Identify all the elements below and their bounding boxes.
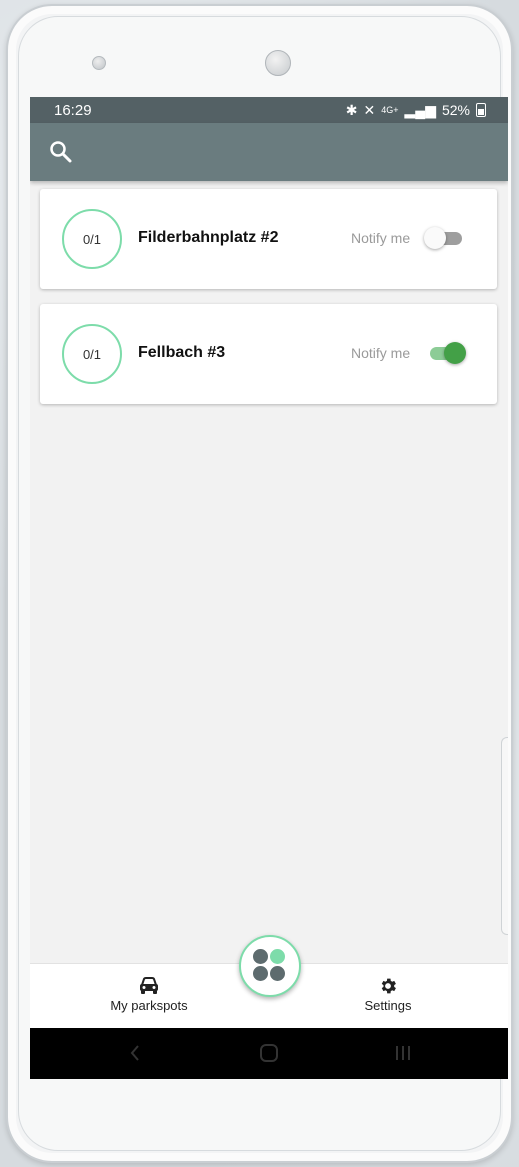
- gear-icon: [381, 978, 396, 994]
- nav-label: Settings: [364, 998, 412, 1013]
- occupancy-ring: 0/1: [62, 324, 122, 384]
- proximity-sensor: [92, 56, 106, 70]
- notify-toggle[interactable]: [424, 227, 466, 249]
- occupancy-ring: 0/1: [62, 209, 122, 269]
- notify-label: Notify me: [351, 345, 411, 361]
- notify-toggle[interactable]: [424, 342, 466, 364]
- occupancy-count: 0/1: [82, 346, 102, 362]
- parkspot-name: Fellbach #3: [138, 344, 226, 361]
- front-camera: [265, 50, 291, 76]
- notify-label: Notify me: [351, 230, 411, 246]
- status-icons: ✱ ✕ 4G+ ▂▄▆ 52%: [346, 102, 486, 119]
- nav-my-parkspots[interactable]: My parkspots: [79, 976, 219, 1013]
- toggle-knob: [424, 227, 446, 249]
- parkspot-name: Filderbahnplatz #2: [138, 229, 279, 246]
- car-icon: [140, 977, 158, 994]
- battery-percent: 52%: [441, 102, 470, 118]
- parkspot-card[interactable]: 0/1 Filderbahnplatz #2 Notify me: [40, 189, 497, 289]
- signal-icon: ▂▄▆: [404, 101, 436, 118]
- app-bar: [30, 123, 508, 181]
- toggle-knob: [444, 342, 466, 364]
- back-icon[interactable]: [128, 1041, 142, 1070]
- android-navigation-bar: [30, 1028, 508, 1079]
- home-icon[interactable]: [259, 1041, 279, 1070]
- status-bar: 16:29 ✱ ✕ 4G+ ▂▄▆ 52%: [30, 97, 508, 123]
- parkspot-card[interactable]: 0/1 Fellbach #3 Notify me: [40, 304, 497, 404]
- network-type: 4G+: [381, 105, 399, 115]
- side-panel-handle[interactable]: [501, 737, 508, 935]
- search-icon[interactable]: [48, 139, 74, 165]
- mute-icon: ✕: [363, 101, 376, 118]
- bluetooth-icon: ✱: [345, 101, 358, 118]
- nav-settings[interactable]: Settings: [318, 976, 458, 1013]
- recent-apps-icon[interactable]: [393, 1041, 413, 1070]
- occupancy-count: 0/1: [82, 231, 102, 247]
- nav-label: My parkspots: [110, 998, 188, 1013]
- status-time: 16:29: [54, 101, 92, 119]
- center-action-button[interactable]: [239, 935, 301, 997]
- app-screen: 16:29 ✱ ✕ 4G+ ▂▄▆ 52% 0/1 Filderbahnplat…: [30, 97, 508, 1079]
- battery-icon: [476, 103, 486, 117]
